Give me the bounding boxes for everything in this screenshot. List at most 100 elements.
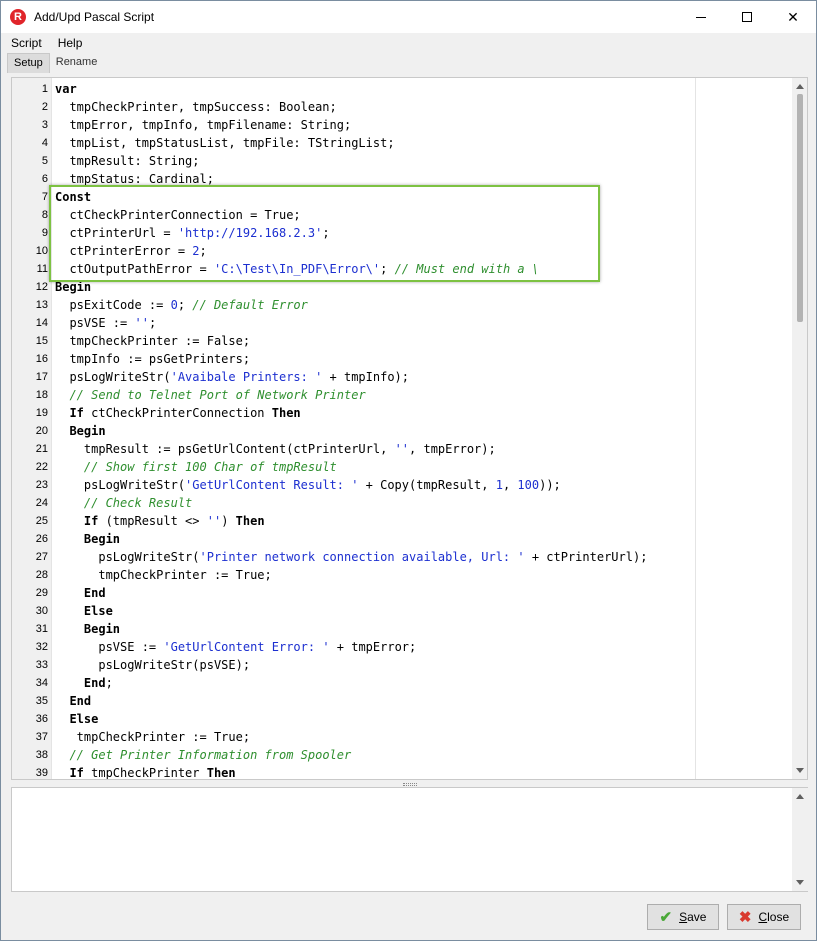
code-line[interactable]: 26 Begin [12,530,792,548]
code-line[interactable]: 19 If ctCheckPrinterConnection Then [12,404,792,422]
code-token: psVSE := [55,316,135,330]
code-token: 'http://192.168.2.3' [177,226,323,240]
code-text: psExitCode := 0; // Default Error [55,296,307,314]
line-number: 21 [35,443,48,455]
code-line[interactable]: 24 // Check Result [12,494,792,512]
code-line[interactable]: 3 tmpError, tmpInfo, tmpFilename: String… [12,116,792,134]
close-button-label: Close [758,910,790,924]
code-text: ctOutputPathError = 'C:\Test\In_PDF\Erro… [55,260,539,278]
code-line[interactable]: 16 tmpInfo := psGetPrinters; [12,350,792,368]
menu-script[interactable]: Script [1,33,42,53]
code-text: tmpStatus: Cardinal; [55,170,214,188]
code-token: If [69,406,84,420]
editor-vertical-scrollbar[interactable] [792,78,807,779]
maximize-button[interactable] [724,1,770,33]
line-number: 34 [35,677,48,689]
code-line[interactable]: 15 tmpCheckPrinter := False; [12,332,792,350]
code-token: tmpCheckPrinter [83,766,207,780]
scroll-up-icon[interactable] [796,84,804,89]
code-line[interactable]: 25 If (tmpResult <> '') Then [12,512,792,530]
code-line[interactable]: 11 ctOutputPathError = 'C:\Test\In_PDF\E… [12,260,792,278]
code-line[interactable]: 5 tmpResult: String; [12,152,792,170]
code-line[interactable]: 22 // Show first 100 Char of tmpResult [12,458,792,476]
window-title: Add/Upd Pascal Script [34,10,155,24]
code-token: psLogWriteStr( [55,478,186,492]
scroll-down-icon[interactable] [796,768,804,773]
code-text: // Show first 100 Char of tmpResult [55,458,337,476]
code-text: var [55,80,77,98]
code-line[interactable]: 28 tmpCheckPrinter := True; [12,566,792,584]
code-line[interactable]: 36 Else [12,710,792,728]
line-number: 38 [35,749,48,761]
line-number: 5 [41,155,48,167]
menu-help[interactable]: Help [42,33,83,53]
code-token: psExitCode := [55,298,171,312]
code-line[interactable]: 13 psExitCode := 0; // Default Error [12,296,792,314]
line-number: 19 [35,407,48,419]
scrollbar-thumb[interactable] [797,94,803,322]
line-number: 16 [35,353,48,365]
code-line[interactable]: 18 // Send to Telnet Port of Network Pri… [12,386,792,404]
tab-rename[interactable]: Rename [50,53,104,73]
code-token: ) [221,514,236,528]
code-line[interactable]: 34 End; [12,674,792,692]
code-line[interactable]: 2 tmpCheckPrinter, tmpSuccess: Boolean; [12,98,792,116]
code-line[interactable]: 20 Begin [12,422,792,440]
code-text: If tmpCheckPrinter Then [55,764,235,780]
code-line[interactable]: 14 psVSE := ''; [12,314,792,332]
splitter-grip-icon[interactable] [403,783,417,786]
code-line[interactable]: 33 psLogWriteStr(psVSE); [12,656,792,674]
code-line[interactable]: 10 ctPrinterError = 2; [12,242,792,260]
code-line[interactable]: 17 psLogWriteStr('Avaibale Printers: ' +… [12,368,792,386]
code-line[interactable]: 12 Begin [12,278,792,296]
code-token: // Check Result [83,496,193,510]
code-line[interactable]: 4 tmpList, tmpStatusList, tmpFile: TStri… [12,134,792,152]
code-text: If (tmpResult <> '') Then [55,512,265,530]
title-bar[interactable]: R Add/Upd Pascal Script ✕ [1,1,816,33]
code-token: Then [271,406,301,420]
code-line[interactable]: 1 var [12,80,792,98]
output-panel[interactable] [11,787,808,892]
code-text: End; [55,674,113,692]
code-token: If [83,514,99,528]
code-line[interactable]: 30 Else [12,602,792,620]
line-number: 37 [35,731,48,743]
code-line[interactable]: 29 End [12,584,792,602]
save-button[interactable]: ✔ Save [647,904,719,930]
code-token: + Copy(tmpResult, [358,478,496,492]
code-line[interactable]: 8 ctCheckPrinterConnection = True; [12,206,792,224]
code-text: psLogWriteStr('Avaibale Printers: ' + tm… [55,368,409,386]
code-line[interactable]: 6 tmpStatus: Cardinal; [12,170,792,188]
code-line[interactable]: 39 If tmpCheckPrinter Then [12,764,792,780]
tab-setup[interactable]: Setup [7,53,50,73]
line-number: 31 [35,623,48,635]
code-line[interactable]: 38 // Get Printer Information from Spool… [12,746,792,764]
code-text: psLogWriteStr('Printer network connectio… [55,548,647,566]
code-line[interactable]: 27 psLogWriteStr('Printer network connec… [12,548,792,566]
code-text: ctPrinterUrl = 'http://192.168.2.3'; [55,224,329,242]
line-number: 1 [41,83,48,95]
code-line[interactable]: 9 ctPrinterUrl = 'http://192.168.2.3'; [12,224,792,242]
output-vertical-scrollbar[interactable] [792,788,808,891]
code-line[interactable]: 35 End [12,692,792,710]
close-button[interactable]: ✖ Close [727,904,801,930]
scroll-up-icon[interactable] [796,794,804,799]
code-line[interactable]: 21 tmpResult := psGetUrlContent(ctPrinte… [12,440,792,458]
minimize-button[interactable] [678,1,724,33]
code-token: ; [177,298,193,312]
scroll-down-icon[interactable] [796,880,804,885]
code-line[interactable]: 31 Begin [12,620,792,638]
code-line[interactable]: 7 Const [12,188,792,206]
code-text: Const [55,188,91,206]
code-line[interactable]: 23 psLogWriteStr('GetUrlContent Result: … [12,476,792,494]
code-line[interactable]: 32 psVSE := 'GetUrlContent Error: ' + tm… [12,638,792,656]
code-token: psVSE := [55,640,164,654]
code-token: // Show first 100 Char of tmpResult [83,460,337,474]
code-line[interactable]: 37 tmpCheckPrinter := True; [12,728,792,746]
line-number: 22 [35,461,48,473]
code-editor[interactable]: 1 var 2 tmpCheckPrinter, tmpSuccess: Boole… [11,77,808,780]
close-window-button[interactable]: ✕ [770,1,816,33]
